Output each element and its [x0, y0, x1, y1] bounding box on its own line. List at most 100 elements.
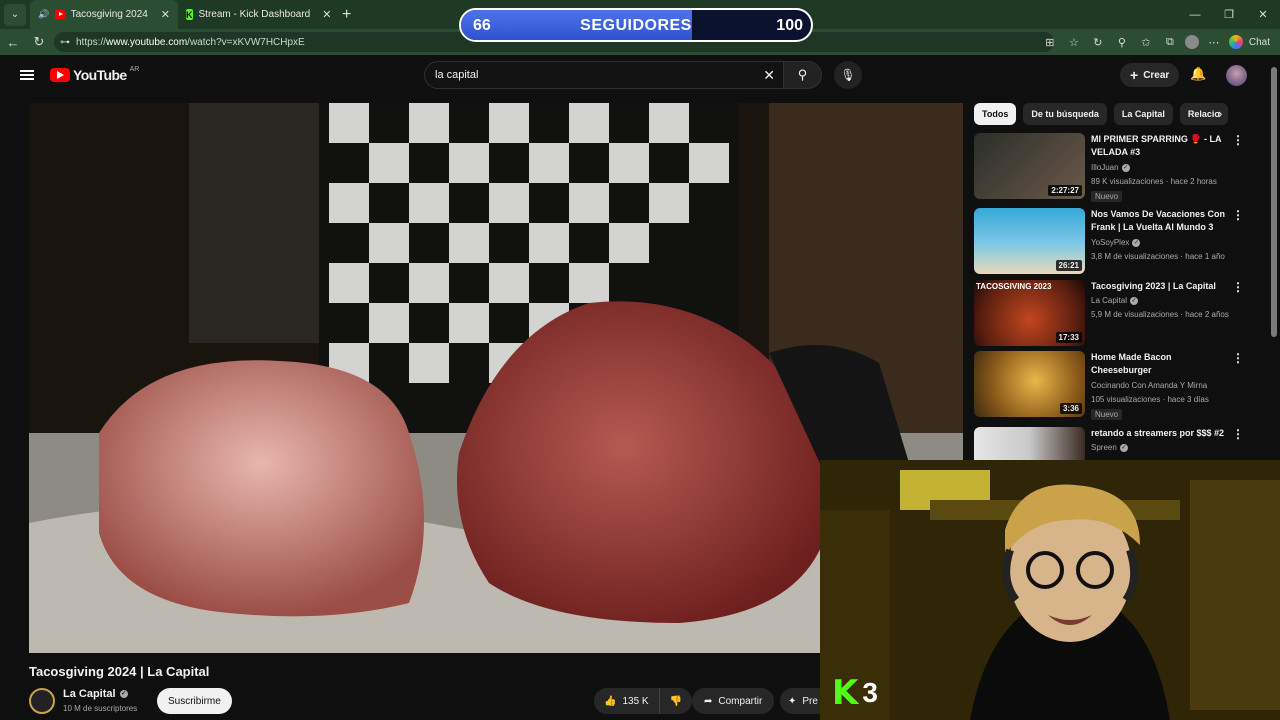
browser-tab-kick[interactable]: K Stream - Kick Dashboard ✕: [178, 0, 331, 29]
chip-de-tu-busqueda[interactable]: De tu búsqueda: [1023, 103, 1107, 125]
more-actions-icon[interactable]: ⋮: [1232, 351, 1244, 365]
recommendation-title[interactable]: Home Made Bacon Cheeseburger: [1091, 351, 1231, 377]
tab-actions-menu-icon[interactable]: ⌄: [4, 3, 26, 26]
video-thumbnail[interactable]: TACOSGIVING 2023 17:33: [974, 280, 1085, 346]
extension-refresh-icon[interactable]: ↻: [1089, 36, 1107, 49]
verified-icon: ✓: [119, 690, 128, 698]
video-thumbnail[interactable]: [974, 427, 1085, 460]
share-button[interactable]: ➦ Compartir: [692, 688, 775, 714]
recommendation-item[interactable]: retando a streamers por $$$ #2 Spreen ✓ ⋮: [974, 427, 1258, 460]
video-duration: 2:27:27: [1048, 185, 1082, 196]
channel-avatar[interactable]: [29, 688, 55, 714]
scrollbar-thumb[interactable]: [1271, 67, 1277, 337]
recommendation-title[interactable]: MI PRIMER SPARRING 🥊 - LA VELADA #3: [1091, 133, 1231, 159]
search-button[interactable]: ⚲: [784, 61, 822, 89]
recommendation-item[interactable]: 2:27:27 MI PRIMER SPARRING 🥊 - LA VELADA…: [974, 133, 1258, 202]
recommendation-channel[interactable]: Spreen ✓: [1091, 443, 1128, 452]
thumbs-up-icon: 👍: [604, 695, 617, 707]
dislike-button[interactable]: 👎: [660, 696, 692, 707]
country-code: AR: [129, 65, 140, 73]
video-thumbnail[interactable]: 2:27:27: [974, 133, 1085, 199]
video-duration: 26:21: [1055, 260, 1082, 271]
kick-favicon-icon: K: [186, 9, 193, 20]
extensions-icon[interactable]: ⚲: [1113, 36, 1131, 49]
search-query: la capital: [435, 69, 479, 81]
more-actions-icon[interactable]: ⋮: [1232, 133, 1244, 147]
channel-name[interactable]: La Capital ✓: [63, 688, 128, 700]
close-tab-icon[interactable]: ✕: [161, 8, 170, 21]
notifications-bell-icon[interactable]: 🔔: [1190, 66, 1206, 82]
tab-title: Tacosgiving 2024 | La Capital: [70, 9, 149, 20]
reload-icon[interactable]: ↻: [28, 34, 50, 50]
back-icon[interactable]: ←: [2, 35, 24, 50]
share-arrow-icon: ➦: [704, 695, 713, 707]
sparkle-icon: ✦: [788, 695, 797, 707]
chat-label[interactable]: Chat: [1249, 37, 1270, 48]
menu-icon[interactable]: [20, 70, 34, 80]
recommendation-channel[interactable]: IlloJuan ✓: [1091, 163, 1130, 172]
close-tab-icon[interactable]: ✕: [322, 8, 331, 21]
followers-label: SEGUIDORES: [580, 17, 692, 34]
favorites-icon[interactable]: ✩: [1137, 36, 1155, 49]
recommendation-meta: 105 visualizaciones · hace 3 días: [1091, 395, 1209, 404]
app-available-icon[interactable]: ⊞: [1041, 36, 1059, 49]
recommendation-title[interactable]: retando a streamers por $$$ #2: [1091, 427, 1231, 440]
streamer-webcam: [820, 460, 1280, 720]
user-avatar[interactable]: [1226, 65, 1247, 86]
verified-icon: ✓: [1130, 296, 1139, 305]
window-controls: — ❐ ✕: [1178, 0, 1280, 29]
chip-la-capital[interactable]: La Capital: [1113, 103, 1173, 125]
voice-search-button[interactable]: 🎙: [834, 61, 862, 89]
recommendation-meta: 5,9 M de visualizaciones · hace 2 años: [1091, 310, 1229, 319]
recommendation-item[interactable]: TACOSGIVING 2023 17:33 Tacosgiving 2023 …: [974, 280, 1258, 348]
youtube-logo[interactable]: YouTube AR: [50, 65, 140, 83]
site-info-icon[interactable]: ⊶: [60, 37, 70, 48]
chip-todos[interactable]: Todos: [974, 103, 1017, 125]
chevron-right-icon[interactable]: ›: [1218, 106, 1222, 121]
video-duration: 3:36: [1059, 403, 1082, 414]
create-button[interactable]: + Crear: [1120, 63, 1180, 87]
video-thumbnail[interactable]: 26:21: [974, 208, 1085, 274]
new-badge: Nuevo: [1091, 409, 1123, 420]
profile-avatar-icon[interactable]: [1184, 35, 1199, 49]
recommendation-channel[interactable]: La Capital ✓: [1091, 296, 1139, 305]
recommendation-item[interactable]: 3:36 Home Made Bacon Cheeseburger Cocina…: [974, 351, 1258, 420]
close-window-icon[interactable]: ✕: [1246, 0, 1280, 29]
browser-tab-youtube[interactable]: 🔊 Tacosgiving 2024 | La Capital ✕: [30, 0, 178, 29]
recommendation-title[interactable]: Tacosgiving 2023 | La Capital: [1091, 280, 1231, 293]
more-options-icon[interactable]: ⋯: [1205, 36, 1223, 49]
restore-icon[interactable]: ❐: [1212, 0, 1246, 29]
recommendation-title[interactable]: Nos Vamos De Vacaciones Con Frank | La V…: [1091, 208, 1231, 234]
copilot-icon[interactable]: [1228, 35, 1243, 49]
search-input[interactable]: la capital ✕: [424, 61, 784, 89]
more-actions-icon[interactable]: ⋮: [1232, 280, 1244, 294]
minimize-icon[interactable]: —: [1178, 0, 1212, 29]
collections-icon[interactable]: ⧉: [1161, 36, 1179, 49]
video-thumbnail[interactable]: 3:36: [974, 351, 1085, 417]
recommendation-channel[interactable]: YoSoyPlex ✓: [1091, 238, 1141, 247]
recommendation-item[interactable]: 26:21 Nos Vamos De Vacaciones Con Frank …: [974, 208, 1258, 276]
verified-icon: ✓: [1119, 443, 1128, 452]
youtube-header: YouTube AR la capital ✕ ⚲ 🎙 + Crear 🔔: [0, 55, 1268, 97]
clear-search-icon[interactable]: ✕: [763, 67, 775, 84]
recommendation-meta: 3,8 M de visualizaciones · hace 1 año: [1091, 252, 1225, 261]
plus-icon: +: [1130, 67, 1139, 83]
subscriber-count: 10 M de suscriptores: [63, 704, 138, 713]
youtube-play-icon: [50, 68, 70, 82]
thumbs-down-icon: 👎: [669, 695, 683, 707]
subscribe-button[interactable]: Suscribirme: [157, 688, 232, 714]
recommendation-channel[interactable]: Cocinando Con Amanda Y Mirna: [1091, 381, 1207, 390]
search-icon: ⚲: [797, 67, 808, 82]
tab-title: Stream - Kick Dashboard: [198, 9, 311, 20]
video-duration: 17:33: [1055, 332, 1082, 343]
more-actions-icon[interactable]: ⋮: [1232, 208, 1244, 222]
favorite-star-icon[interactable]: ☆: [1065, 36, 1083, 49]
url-text: https://www.youtube.com/watch?v=xKVW7HCH…: [76, 36, 305, 48]
microphone-icon: 🎙: [840, 68, 856, 82]
new-tab-icon[interactable]: +: [342, 6, 351, 24]
kick-viewer-count: 3: [862, 677, 878, 708]
more-actions-icon[interactable]: ⋮: [1232, 427, 1244, 441]
kick-viewers-badge: K 3: [832, 676, 878, 710]
filter-chips: Todos De tu búsqueda La Capital Relacio: [974, 103, 1234, 125]
like-button[interactable]: 👍 135 K: [594, 688, 660, 714]
